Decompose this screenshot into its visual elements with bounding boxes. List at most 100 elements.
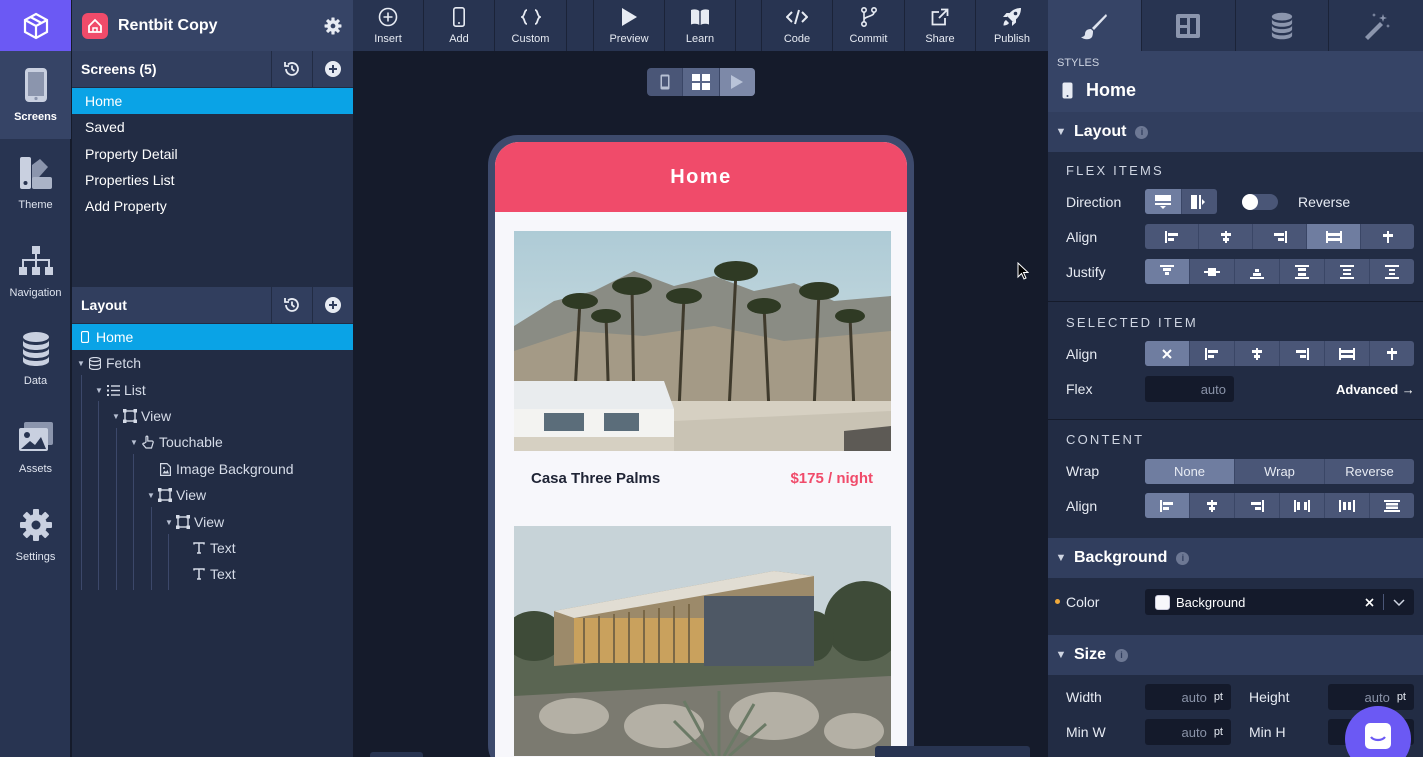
canvas-bottom-tab[interactable] bbox=[370, 752, 423, 757]
rail-item-screens[interactable]: Screens bbox=[0, 51, 71, 139]
align-content-space-between-button[interactable] bbox=[1280, 493, 1325, 518]
background-section-header[interactable]: ▼ Background i bbox=[1048, 538, 1423, 578]
reverse-toggle[interactable] bbox=[1242, 194, 1278, 210]
align-self-baseline-button[interactable] bbox=[1370, 341, 1414, 366]
justify-space-around-button[interactable] bbox=[1325, 259, 1370, 284]
align-self-start-button[interactable] bbox=[1190, 341, 1235, 366]
rail-item-theme[interactable]: Theme bbox=[0, 139, 71, 227]
tree-item-view[interactable]: ▼ View bbox=[72, 482, 353, 508]
layout-section-header[interactable]: ▼ Layout i bbox=[1048, 112, 1423, 152]
direction-row-button[interactable] bbox=[1182, 189, 1218, 214]
screen-item-saved[interactable]: Saved bbox=[72, 114, 353, 140]
size-section-header[interactable]: ▼ Size i bbox=[1048, 635, 1423, 675]
caret-down-icon[interactable]: ▼ bbox=[164, 518, 174, 527]
preview-button[interactable]: Preview bbox=[594, 0, 665, 51]
caret-down-icon[interactable]: ▼ bbox=[76, 359, 86, 368]
wrap-reverse-button[interactable]: Reverse bbox=[1325, 459, 1414, 484]
chevron-down-icon[interactable] bbox=[1384, 598, 1414, 606]
play-mode-button[interactable] bbox=[719, 68, 755, 96]
info-icon[interactable]: i bbox=[1115, 648, 1129, 662]
tree-item-text[interactable]: Text bbox=[72, 535, 353, 561]
justify-space-between-button[interactable] bbox=[1280, 259, 1325, 284]
property-image-modern[interactable] bbox=[514, 526, 891, 756]
align-stretch-button[interactable] bbox=[1307, 224, 1361, 249]
align-self-center-button[interactable] bbox=[1235, 341, 1280, 366]
min-width-input[interactable]: auto pt bbox=[1145, 719, 1231, 745]
tree-item-view[interactable]: ▼ View bbox=[72, 509, 353, 535]
tree-item-view[interactable]: ▼ View bbox=[72, 403, 353, 429]
align-start-button[interactable] bbox=[1145, 224, 1199, 249]
tab-styles[interactable] bbox=[1048, 0, 1142, 51]
rail-item-navigation[interactable]: Navigation bbox=[0, 227, 71, 315]
advanced-link[interactable]: Advanced → bbox=[1336, 382, 1415, 397]
justify-space-evenly-button[interactable] bbox=[1370, 259, 1414, 284]
caret-down-icon[interactable]: ▼ bbox=[129, 438, 139, 447]
screen-item-home[interactable]: Home bbox=[72, 88, 353, 114]
align-content-center-button[interactable] bbox=[1190, 493, 1235, 518]
screen-item-properties-list[interactable]: Properties List bbox=[72, 167, 353, 193]
grid-view-button[interactable] bbox=[683, 68, 720, 96]
code-button[interactable]: Code bbox=[762, 0, 833, 51]
add-button[interactable]: Add bbox=[424, 0, 495, 51]
direction-column-button[interactable] bbox=[1145, 189, 1182, 214]
canvas: Home Casa Three Palms $175 / night bbox=[353, 51, 1048, 757]
wrap-none-button[interactable]: None bbox=[1145, 459, 1235, 484]
tree-item-list[interactable]: ▼ List bbox=[72, 377, 353, 403]
tree-item-touchable[interactable]: ▼ Touchable bbox=[72, 429, 353, 455]
flex-input[interactable]: auto bbox=[1145, 376, 1234, 402]
tab-data[interactable] bbox=[1235, 0, 1330, 51]
tab-magic[interactable] bbox=[1329, 0, 1423, 51]
tree-item-fetch[interactable]: ▼ Fetch bbox=[72, 350, 353, 376]
add-screen-button[interactable] bbox=[312, 51, 353, 87]
align-end-button[interactable] bbox=[1253, 224, 1307, 249]
align-self-end-button[interactable] bbox=[1280, 341, 1325, 366]
tree-item-text[interactable]: Text bbox=[72, 561, 353, 587]
align-self-none-button[interactable] bbox=[1145, 341, 1190, 366]
screen-item-add-property[interactable]: Add Property bbox=[72, 193, 353, 219]
rail-item-assets[interactable]: Assets bbox=[0, 403, 71, 491]
align-baseline-button[interactable] bbox=[1361, 224, 1414, 249]
chat-launcher-button[interactable] bbox=[1345, 706, 1411, 757]
app-logo[interactable] bbox=[0, 0, 71, 51]
caret-down-icon[interactable]: ▼ bbox=[146, 491, 156, 500]
publish-button[interactable]: Publish bbox=[976, 0, 1048, 51]
project-settings-button[interactable] bbox=[313, 17, 353, 35]
share-button[interactable]: Share bbox=[905, 0, 976, 51]
learn-button[interactable]: Learn bbox=[665, 0, 736, 51]
tree-item-image-background[interactable]: Image Background bbox=[72, 456, 353, 482]
rail-item-data[interactable]: Data bbox=[0, 315, 71, 403]
project-name: Rentbit Copy bbox=[118, 16, 218, 34]
align-end-icon bbox=[1273, 230, 1287, 243]
align-content-space-around-button[interactable] bbox=[1325, 493, 1370, 518]
caret-down-icon[interactable]: ▼ bbox=[111, 412, 121, 421]
justify-center-button[interactable] bbox=[1190, 259, 1235, 284]
caret-down-icon[interactable]: ▼ bbox=[94, 386, 104, 395]
info-icon[interactable]: i bbox=[1135, 125, 1149, 139]
gear-icon bbox=[324, 17, 342, 34]
info-icon[interactable]: i bbox=[1176, 551, 1190, 565]
property-image-palms[interactable] bbox=[514, 231, 891, 451]
mobile-view-button[interactable] bbox=[647, 68, 684, 96]
add-component-button[interactable] bbox=[312, 287, 353, 323]
align-content-start-button[interactable] bbox=[1145, 493, 1190, 518]
custom-button[interactable]: Custom bbox=[495, 0, 567, 51]
screen-item-property-detail[interactable]: Property Detail bbox=[72, 141, 353, 167]
tree-item-home[interactable]: Home bbox=[72, 324, 353, 350]
align-self-stretch-button[interactable] bbox=[1325, 341, 1370, 366]
tab-layout[interactable] bbox=[1141, 0, 1236, 51]
clear-color-button[interactable] bbox=[1355, 597, 1383, 607]
align-content-end-button[interactable] bbox=[1235, 493, 1280, 518]
layout-history-button[interactable] bbox=[271, 287, 312, 323]
commit-button[interactable]: Commit bbox=[833, 0, 905, 51]
screens-history-button[interactable] bbox=[271, 51, 312, 87]
wrap-wrap-button[interactable]: Wrap bbox=[1235, 459, 1325, 484]
align-content-stretch-button[interactable] bbox=[1370, 493, 1414, 518]
justify-start-button[interactable] bbox=[1145, 259, 1190, 284]
background-color-select[interactable]: Background bbox=[1145, 589, 1414, 615]
justify-end-button[interactable] bbox=[1235, 259, 1280, 284]
insert-button[interactable]: Insert bbox=[353, 0, 424, 51]
align-center-button[interactable] bbox=[1199, 224, 1253, 249]
canvas-bottom-tab[interactable] bbox=[875, 746, 1030, 757]
width-input[interactable]: auto pt bbox=[1145, 684, 1231, 710]
rail-item-settings[interactable]: Settings bbox=[0, 491, 71, 579]
